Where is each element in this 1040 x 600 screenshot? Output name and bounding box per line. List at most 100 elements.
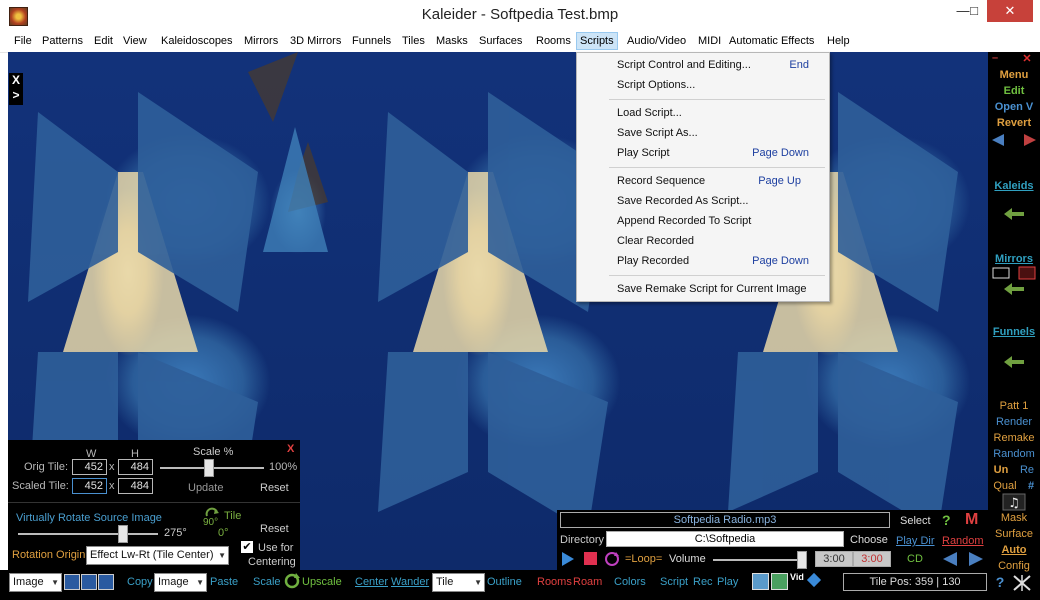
scale-slider-thumb[interactable]	[204, 459, 214, 477]
menu-help[interactable]: Help	[824, 34, 853, 48]
mask-button[interactable]: Mask	[988, 512, 1040, 524]
menu-item-save-remake-script[interactable]: Save Remake Script for Current Image	[617, 283, 821, 301]
play-button[interactable]: Play	[717, 576, 738, 588]
cd-button[interactable]: CD	[907, 553, 923, 565]
midi-m-icon[interactable]: M	[965, 511, 978, 529]
roam-button[interactable]: Roam	[573, 576, 602, 588]
music-note-icon[interactable]: ♫	[1002, 493, 1026, 511]
random-button[interactable]: Random	[988, 448, 1040, 460]
kaleids-button[interactable]: Kaleids	[988, 180, 1040, 192]
mirrors-button[interactable]: Mirrors	[988, 253, 1040, 265]
random-play-button[interactable]: Random	[942, 535, 984, 547]
video-options-button[interactable]: Vid	[790, 572, 804, 582]
hash-button[interactable]: #	[1022, 480, 1040, 492]
use-for-centering-checkbox[interactable]: ✔	[241, 541, 253, 553]
edit-button[interactable]: Edit	[988, 85, 1040, 97]
menu-funnels[interactable]: Funnels	[349, 34, 394, 48]
scale-button[interactable]: Scale	[253, 576, 281, 588]
directory-field[interactable]: C:\Softpedia	[606, 531, 844, 547]
mirror-mode-icons[interactable]	[991, 266, 1037, 280]
upscale-button[interactable]: Upscale	[302, 576, 342, 588]
menu-item-play-script[interactable]: Play Script Page Down	[617, 147, 821, 165]
menu-surfaces[interactable]: Surfaces	[476, 34, 525, 48]
volume-slider-track[interactable]	[713, 559, 803, 561]
orig-height-field[interactable]: 484	[118, 459, 153, 475]
rotate-slider-track[interactable]	[18, 533, 158, 535]
tile-select[interactable]: Tile	[432, 573, 485, 592]
image-select[interactable]: Image	[9, 573, 62, 592]
close-panel-button[interactable]: X	[287, 443, 294, 455]
canvas-overlay-toggle[interactable]: X >	[9, 73, 23, 105]
funnels-button[interactable]: Funnels	[988, 326, 1040, 338]
menu-file[interactable]: File	[11, 34, 35, 48]
reset-rotation-button[interactable]: Reset	[260, 523, 289, 535]
outline-button[interactable]: Outline	[487, 576, 522, 588]
back-arrow-icon[interactable]	[1002, 283, 1026, 295]
menu-masks[interactable]: Masks	[433, 34, 471, 48]
scaled-width-field[interactable]: 452	[72, 478, 107, 494]
help-icon[interactable]: ?	[990, 574, 1010, 592]
paste-image-select[interactable]: Image	[154, 573, 207, 592]
menu-tiles[interactable]: Tiles	[399, 34, 428, 48]
menu-item-append-recorded[interactable]: Append Recorded To Script	[617, 215, 821, 233]
menu-item-clear-recorded[interactable]: Clear Recorded	[617, 235, 821, 253]
refresh-icon[interactable]	[284, 573, 300, 589]
menu-item-record-sequence[interactable]: Record Sequence Page Up	[617, 175, 821, 193]
image-browser-icon[interactable]	[752, 573, 769, 590]
menu-item-script-control[interactable]: Script Control and Editing... End	[617, 59, 821, 77]
play-icon[interactable]	[562, 552, 574, 566]
save-icon[interactable]	[81, 574, 97, 590]
volume-slider-thumb[interactable]	[797, 551, 807, 569]
play-dir-button[interactable]: Play Dir	[896, 535, 935, 547]
pattern-number[interactable]: Patt 1	[988, 400, 1040, 412]
auto-button[interactable]: Auto	[988, 544, 1040, 556]
rotation-origin-select[interactable]: Effect Lw-Rt (Tile Center)	[86, 546, 229, 565]
menu-3d-mirrors[interactable]: 3D Mirrors	[287, 34, 344, 48]
menu-button[interactable]: Menu	[988, 69, 1040, 81]
menu-item-load-script[interactable]: Load Script...	[617, 107, 821, 125]
close-button[interactable]: ✕	[987, 0, 1033, 22]
menu-rooms[interactable]: Rooms	[533, 34, 574, 48]
remake-button[interactable]: Remake	[988, 432, 1040, 444]
update-button[interactable]: Update	[188, 482, 223, 494]
track-name-field[interactable]: Softpedia Radio.mp3	[560, 512, 890, 528]
copy-button[interactable]: Copy	[127, 576, 153, 588]
menu-patterns[interactable]: Patterns	[39, 34, 86, 48]
rotate-0-label[interactable]: 0°	[218, 527, 229, 539]
config-button[interactable]: Config	[988, 560, 1040, 572]
save-as-icon[interactable]	[64, 574, 80, 590]
nav-arrows-icon[interactable]	[990, 132, 1038, 148]
back-arrow-icon[interactable]	[1002, 208, 1026, 220]
select-button[interactable]: Select	[900, 515, 931, 527]
menu-view[interactable]: View	[120, 34, 150, 48]
wander-button[interactable]: Wander	[391, 576, 429, 588]
help-icon[interactable]: ?	[942, 512, 951, 528]
rotate-90-label[interactable]: 90°	[203, 517, 218, 528]
open-button[interactable]: Open V	[988, 101, 1040, 113]
grid-toggle-icon[interactable]	[1012, 574, 1032, 592]
orig-width-field[interactable]: 452	[72, 459, 107, 475]
render-button[interactable]: Render	[988, 416, 1040, 428]
menu-kaleidoscopes[interactable]: Kaleidoscopes	[158, 34, 236, 48]
menu-automatic-effects[interactable]: Automatic Effects	[726, 34, 817, 48]
record-button[interactable]: Rec	[693, 576, 713, 588]
menu-item-save-script-as[interactable]: Save Script As...	[617, 127, 821, 145]
menu-midi[interactable]: MIDI	[695, 34, 724, 48]
menu-scripts[interactable]: Scripts	[576, 32, 618, 50]
redo-button[interactable]: Re	[1014, 464, 1040, 476]
menu-item-script-options[interactable]: Script Options...	[617, 79, 821, 97]
loop-icon[interactable]	[604, 551, 620, 567]
prev-next-arrows-icon[interactable]	[941, 551, 985, 567]
undo-button[interactable]: Un	[988, 464, 1014, 476]
reset-scale-button[interactable]: Reset	[260, 482, 289, 494]
paste-button[interactable]: Paste	[210, 576, 238, 588]
scaled-height-field[interactable]: 484	[118, 478, 153, 494]
menu-edit[interactable]: Edit	[91, 34, 116, 48]
diamond-icon[interactable]	[806, 572, 822, 588]
gallery-icon[interactable]	[771, 573, 788, 590]
rooms-button[interactable]: Rooms	[537, 576, 572, 588]
revert-button[interactable]: Revert	[988, 117, 1040, 129]
menu-item-save-recorded[interactable]: Save Recorded As Script...	[617, 195, 821, 213]
menu-audio-video[interactable]: Audio/Video	[624, 34, 689, 48]
center-button[interactable]: Center	[355, 576, 388, 588]
